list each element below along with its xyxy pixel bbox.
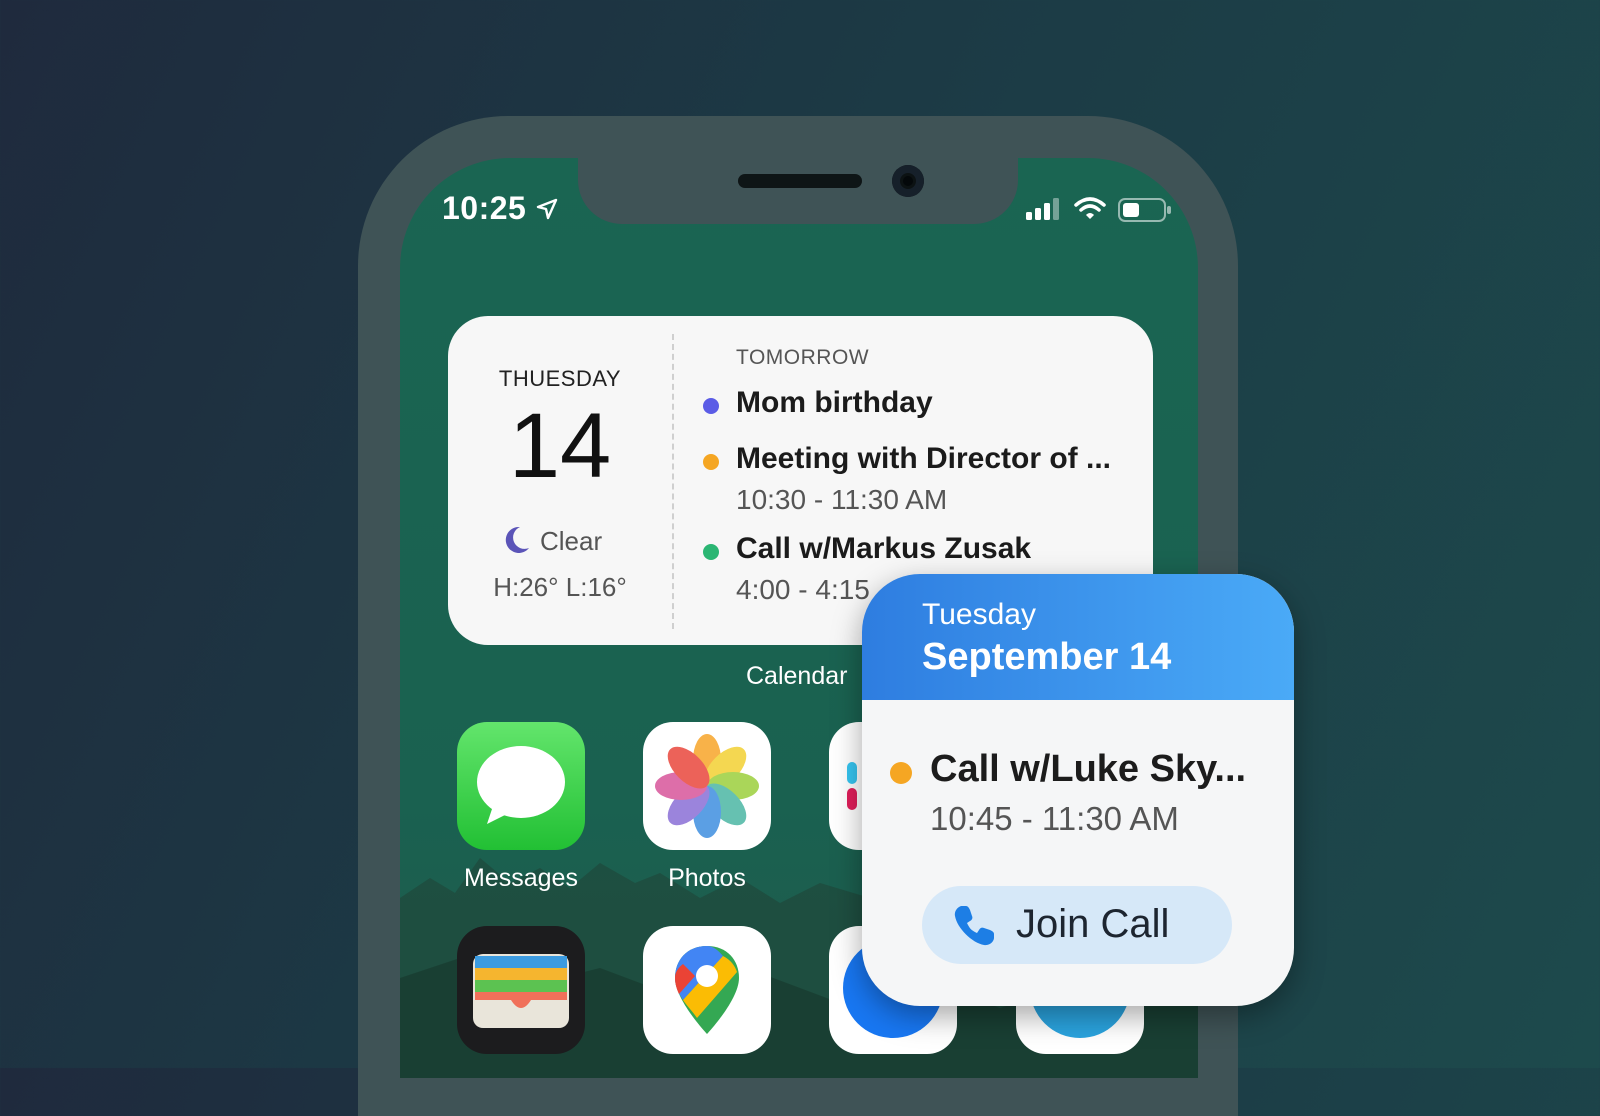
app-wallet[interactable] (457, 926, 585, 1054)
front-camera (892, 165, 924, 197)
speaker-grille (738, 174, 862, 188)
event-color-dot (703, 454, 719, 470)
event-time: 10:30 - 11:30 AM (736, 484, 948, 515)
popup-date: September 14 (922, 636, 1172, 678)
event-color-dot (890, 762, 912, 784)
status-time: 10:25 (442, 190, 527, 226)
event-title: Meeting with Director of ... (736, 442, 1112, 475)
battery-icon (1118, 198, 1171, 222)
join-call-button[interactable]: Join Call (922, 886, 1232, 964)
popup-header: Tuesday September 14 (862, 574, 1294, 700)
app-photos[interactable] (643, 722, 771, 850)
popup-event-time: 10:45 - 11:30 AM (930, 800, 1179, 837)
widget-label: Calendar (746, 662, 848, 690)
join-call-label: Join Call (1016, 902, 1170, 946)
location-arrow-icon (536, 198, 558, 220)
wallet-icon (473, 954, 569, 1028)
moon-icon (505, 526, 529, 553)
cellular-signal-icon (1026, 198, 1059, 220)
widget-day-number: 14 (508, 395, 612, 497)
photos-icon (655, 734, 759, 838)
event-notification-popup[interactable]: Tuesday September 14 Call w/Luke Sky... … (862, 574, 1294, 1006)
event-color-dot (703, 544, 719, 560)
popup-weekday: Tuesday (922, 598, 1036, 631)
event-title: Call w/Markus Zusak (736, 532, 1032, 565)
wifi-icon (1074, 197, 1106, 219)
date-weather-panel: THUESDAY 14 Clear H:26° L:16° (448, 316, 672, 645)
weather-high-low: H:26° L:16° (493, 572, 627, 602)
notch (578, 158, 1018, 224)
google-maps-icon (675, 946, 739, 1034)
widget-weekday: THUESDAY (498, 366, 622, 391)
widget-divider (672, 334, 674, 629)
app-label: Messages (464, 864, 578, 892)
messages-icon (477, 746, 565, 824)
section-label-tomorrow: TOMORROW (736, 346, 870, 369)
app-messages[interactable] (457, 722, 585, 850)
event-title: Mom birthday (736, 386, 933, 419)
weather-condition: Clear (540, 526, 603, 556)
event-time: 4:00 - 4:15 (736, 574, 870, 605)
app-label: Photos (668, 864, 746, 892)
popup-event-title: Call w/Luke Sky... (930, 748, 1247, 790)
event-color-dot (703, 398, 719, 414)
app-google-maps[interactable] (643, 926, 771, 1054)
phone-icon (954, 906, 994, 946)
